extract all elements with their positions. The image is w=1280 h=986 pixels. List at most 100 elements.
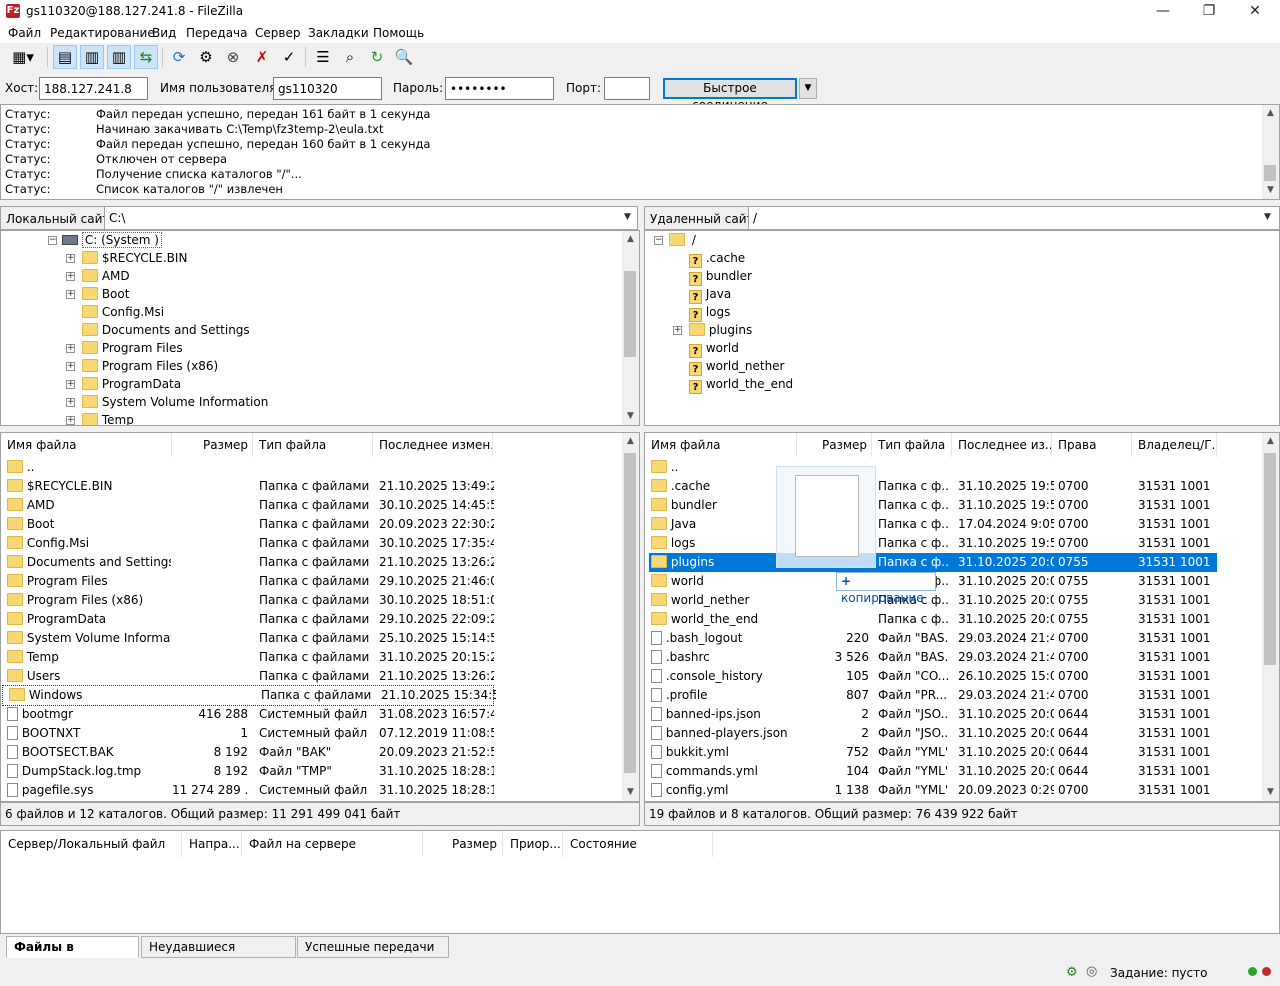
menu-transfer[interactable]: Передача	[186, 26, 248, 40]
expand-icon[interactable]: +	[66, 380, 75, 389]
queue-header-status[interactable]: Состояние	[563, 831, 713, 857]
table-row[interactable]: world_the_end Папка с ф... 31.10.2025 20: 0…	[649, 610, 1217, 629]
cancel-icon[interactable]: ⊗	[221, 45, 245, 69]
tree-item[interactable]: Program Files	[82, 339, 183, 357]
port-input[interactable]	[604, 77, 650, 100]
tree-item[interactable]: ? world	[689, 339, 739, 358]
expand-icon[interactable]: +	[66, 290, 75, 299]
column-header-size[interactable]: Размер	[797, 433, 872, 457]
tree-item-root[interactable]: /	[669, 231, 696, 249]
table-row[interactable]: Java Папка с ф... 17.04.2024 9:05... 0700 31…	[649, 515, 1217, 534]
column-header-type[interactable]: Тип файла	[872, 433, 952, 457]
reconnect-icon[interactable]: ✓	[277, 45, 301, 69]
table-row[interactable]: config.yml 1 138 Файл "YML" 20.09.2023 0:29…	[649, 781, 1217, 800]
tree-item[interactable]: plugins	[689, 321, 752, 339]
local-list-scrollbar[interactable]: ▲ ▼	[622, 433, 639, 801]
tree-item[interactable]: System Volume Information	[82, 393, 268, 411]
column-header-owner[interactable]: Владелец/Г...	[1132, 433, 1217, 457]
menu-view[interactable]: Вид	[152, 26, 176, 40]
speed-limit-icon[interactable]: ◎	[1086, 964, 1097, 979]
queue-header-priority[interactable]: Приор...	[503, 831, 563, 857]
table-row[interactable]: bootmgr 416 288 Системный файл 31.08.2023 1…	[1, 705, 621, 724]
table-row[interactable]: Program Files Папка с файлами 29.10.2025 2…	[1, 572, 621, 591]
table-row[interactable]: BOOTSECT.BAK 8 192 Файл "BAK" 20.09.2023 21…	[1, 743, 621, 762]
column-header-modified[interactable]: Последнее из...	[952, 433, 1052, 457]
queue-header-local[interactable]: Сервер/Локальный файл	[1, 831, 182, 857]
chevron-down-icon[interactable]: ▼	[1264, 212, 1271, 222]
expand-icon[interactable]: +	[66, 344, 75, 353]
password-input[interactable]	[445, 77, 554, 100]
table-row[interactable]: bundler Папка с ф... 31.10.2025 19:5... 070…	[649, 496, 1217, 515]
table-row[interactable]: .bashrc 3 526 Файл "BAS... 29.03.2024 21:4.…	[649, 648, 1217, 667]
local-path-input[interactable]: C:\	[104, 206, 638, 230]
table-row[interactable]: .bash_logout 220 Файл "BAS... 29.03.2024 21…	[649, 629, 1217, 648]
expand-icon[interactable]: +	[66, 254, 75, 263]
expand-icon[interactable]: +	[66, 362, 75, 371]
tree-item[interactable]: Temp	[82, 411, 134, 425]
column-header-name[interactable]: Имя файла	[645, 433, 797, 457]
table-row[interactable]: banned-ips.json 2 Файл "JSO... 31.10.2025 2…	[649, 705, 1217, 724]
table-row[interactable]: bukkit.yml 752 Файл "YML" 31.10.2025 20:0..…	[649, 743, 1217, 762]
table-row[interactable]: ..	[649, 458, 1217, 477]
toggle-queue-icon[interactable]: ⇆	[134, 45, 158, 69]
maximize-button[interactable]: ❐	[1186, 0, 1232, 24]
table-row[interactable]: Users Папка с файлами 21.10.2025 13:26:26	[1, 667, 621, 686]
table-row[interactable]: plugins Папка с ф... 31.10.2025 20:0... 075…	[649, 553, 1217, 572]
table-row[interactable]: Temp Папка с файлами 31.10.2025 20:15:22	[1, 648, 621, 667]
disconnect-icon[interactable]: ✗	[250, 45, 274, 69]
close-button[interactable]: ✕	[1232, 0, 1278, 24]
expand-icon[interactable]: +	[66, 398, 75, 407]
log-scrollbar[interactable]: ▲ ▼	[1262, 105, 1279, 199]
remote-path-input[interactable]: /	[748, 206, 1280, 230]
search-icon[interactable]: 🔍	[392, 45, 416, 69]
menu-server[interactable]: Сервер	[255, 26, 300, 40]
table-row[interactable]: .cache Папка с ф... 31.10.2025 19:5... 0700…	[649, 477, 1217, 496]
table-row[interactable]: ProgramData Папка с файлами 29.10.2025 22:…	[1, 610, 621, 629]
expand-icon[interactable]: +	[66, 272, 75, 281]
queue-header-size[interactable]: Размер	[423, 831, 503, 857]
column-header-name[interactable]: Имя файла	[1, 433, 172, 457]
collapse-icon[interactable]: −	[48, 236, 57, 245]
sync-browsing-icon[interactable]: ↻	[365, 45, 389, 69]
menu-help[interactable]: Помощь	[373, 26, 424, 40]
tab-failed-transfers[interactable]: Неудавшиеся передачи	[141, 936, 296, 974]
table-row[interactable]: world_netherПапка с ф...31.10.2025 20:0.…	[649, 591, 1217, 610]
toggle-remote-tree-icon[interactable]: ▥	[107, 45, 131, 69]
username-input[interactable]	[273, 77, 382, 100]
table-row[interactable]: BOOTNXT 1 Системный файл 07.12.2019 11:08:5…	[1, 724, 621, 743]
expand-icon[interactable]: +	[66, 416, 75, 425]
table-row[interactable]: Windows Папка с файлами 21.10.2025 15:34:5…	[2, 685, 496, 706]
remote-list-scrollbar[interactable]: ▲ ▼	[1262, 433, 1279, 801]
tree-item[interactable]: ProgramData	[82, 375, 181, 393]
tree-item[interactable]: ? .cache	[689, 249, 745, 268]
column-header-size[interactable]: Размер	[172, 433, 253, 457]
column-header-modified[interactable]: Последнее измен...	[373, 433, 493, 457]
table-row[interactable]: AMD Папка с файлами 30.10.2025 14:45:57	[1, 496, 621, 515]
tree-item[interactable]: Boot	[82, 285, 129, 303]
table-row[interactable]: Documents and Settings Папка с файлами 21.…	[1, 553, 621, 572]
table-row[interactable]: .profile 807 Файл "PR... 29.03.2024 21:4...…	[649, 686, 1217, 705]
menu-bookmarks[interactable]: Закладки	[308, 26, 369, 40]
table-row[interactable]: $RECYCLE.BIN Папка с файлами 21.10.2025 13…	[1, 477, 621, 496]
tree-item[interactable]: Program Files (x86)	[82, 357, 218, 375]
column-header-permissions[interactable]: Права	[1052, 433, 1132, 457]
tree-item[interactable]: Config.Msi	[82, 303, 164, 321]
menu-file[interactable]: Файл	[8, 26, 41, 40]
tree-item[interactable]: ? world_the_end	[689, 375, 793, 394]
process-queue-icon[interactable]: ⚙	[194, 45, 218, 69]
tree-item-drive[interactable]: C: (System )	[62, 231, 162, 249]
tree-item[interactable]: ? logs	[689, 303, 730, 322]
toggle-local-tree-icon[interactable]: ▥	[80, 45, 104, 69]
tree-item[interactable]: ? Java	[689, 285, 731, 304]
table-row[interactable]: Config.Msi Папка с файлами 30.10.2025 17:3…	[1, 534, 621, 553]
table-row[interactable]: .console_history 105 Файл "CO... 26.10.2025…	[649, 667, 1217, 686]
tree-item[interactable]: ? world_nether	[689, 357, 784, 376]
compare-directories-icon[interactable]: ⌕	[338, 45, 362, 69]
table-row[interactable]: System Volume Informati... Папка с файлам…	[1, 629, 621, 648]
minimize-button[interactable]: —	[1140, 0, 1186, 24]
refresh-icon[interactable]: ⟳	[167, 45, 191, 69]
tree-item[interactable]: ? bundler	[689, 267, 752, 286]
table-row[interactable]: pagefile.sys 11 274 289 ... Системный файл…	[1, 781, 621, 800]
collapse-icon[interactable]: −	[654, 236, 663, 245]
quickconnect-button[interactable]: Быстрое соединение	[663, 78, 797, 112]
